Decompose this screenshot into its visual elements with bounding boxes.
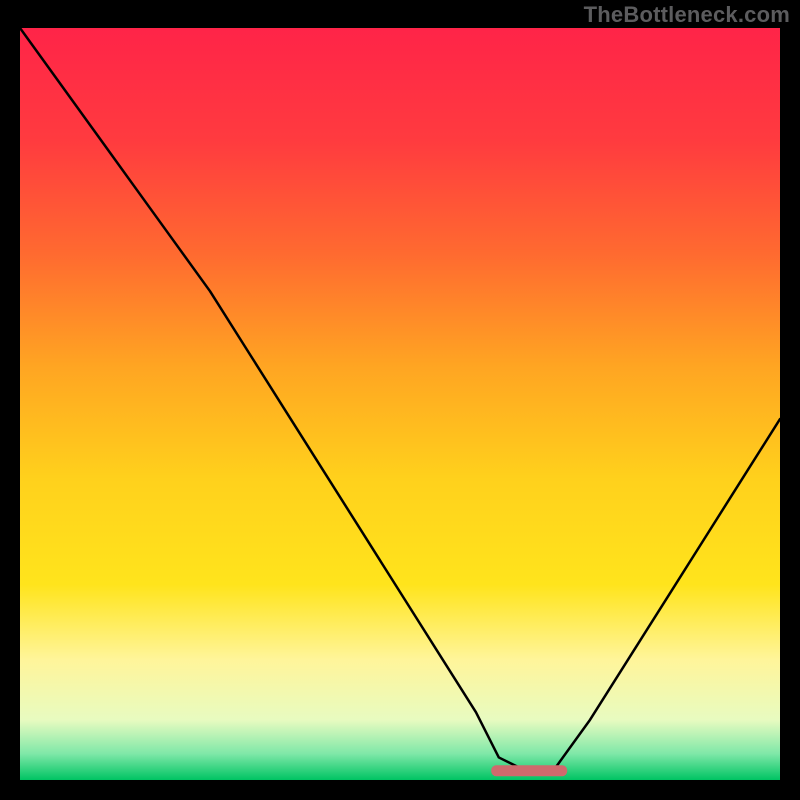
bottleneck-chart	[20, 28, 780, 780]
watermark-text: TheBottleneck.com	[584, 2, 790, 28]
chart-frame: TheBottleneck.com	[0, 0, 800, 800]
optimum-marker	[491, 765, 567, 776]
chart-background	[20, 28, 780, 780]
